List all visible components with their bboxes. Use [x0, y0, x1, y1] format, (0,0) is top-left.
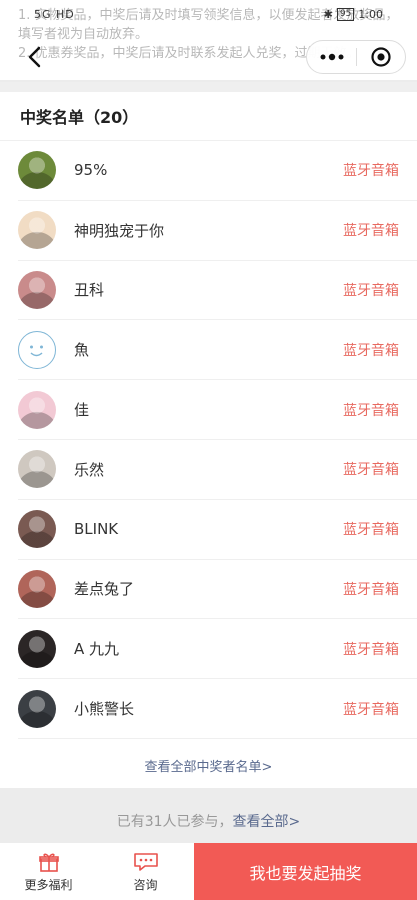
winner-avatar: [18, 390, 56, 429]
winner-name: 魚: [74, 341, 90, 360]
close-miniprogram-button[interactable]: [357, 41, 405, 73]
winner-prize: 蓝牙音箱: [343, 581, 399, 598]
more-dots-icon: [320, 53, 343, 61]
view-all-participants-link[interactable]: 查看全部>: [233, 811, 301, 831]
winner-avatar: [18, 689, 56, 728]
bluetooth-icon: ✱: [323, 8, 333, 21]
winner-prize: 蓝牙音箱: [343, 223, 399, 240]
winner-row: A 九九 蓝牙音箱: [18, 619, 417, 680]
winners-card: 中奖名单（20） 95% 蓝牙音箱 神明独宠于你 蓝牙音箱 丑科 蓝牙音箱魚蓝牙音箱佳蓝牙…: [0, 92, 417, 788]
winner-prize: 蓝牙音箱: [343, 282, 399, 299]
status-right: ✱ 95 1:00: [324, 8, 383, 21]
winner-row: 神明独宠于你 蓝牙音箱: [18, 201, 417, 261]
winner-prize: 蓝牙音箱: [343, 641, 399, 658]
winner-prize: 蓝牙音箱: [343, 342, 399, 359]
winner-list: 95% 蓝牙音箱 神明独宠于你 蓝牙音箱 丑科 蓝牙音箱魚蓝牙音箱佳蓝牙音箱 乐然 蓝牙音箱 B…: [0, 141, 417, 739]
carrier-signal: 5G HD: [34, 8, 75, 21]
winner-name: 小熊警长: [74, 700, 135, 719]
winner-row: 95% 蓝牙音箱: [18, 141, 417, 201]
winner-row: 佳 蓝牙音箱: [18, 380, 417, 440]
winner-row: BLINK 蓝牙音箱: [18, 500, 417, 560]
winner-row: 小熊警长 蓝牙音箱: [18, 679, 417, 739]
winner-name: BLINK: [74, 520, 119, 539]
winner-row: 差点兔了 蓝牙音箱: [18, 560, 417, 620]
winner-avatar: [18, 330, 56, 369]
winner-prize: 蓝牙音箱: [343, 462, 399, 479]
miniprogram-capsule: [306, 40, 406, 74]
winner-name: 差点兔了: [74, 580, 135, 599]
participants-summary: 已有31人已参与， 查看全部>: [0, 800, 417, 842]
launch-lottery-button[interactable]: 我也要发起抽奖: [194, 843, 417, 900]
winner-row: 乐然 蓝牙音箱: [18, 440, 417, 500]
winner-name: 乐然: [74, 460, 105, 479]
view-all-winners-link[interactable]: 查看全部中奖者名单>: [0, 739, 417, 792]
winner-avatar: [18, 211, 56, 250]
participants-count-text: 已有31人已参与，: [116, 814, 233, 830]
winner-row: 魚 蓝牙音箱: [18, 320, 417, 381]
chevron-left-icon: [28, 46, 41, 68]
bottom-bar: 更多福利 咨询 我也要发起抽奖: [0, 843, 417, 900]
winner-name: 神明独宠于你: [74, 221, 165, 240]
clock-time: 1:00: [358, 8, 383, 21]
consult-tab[interactable]: 咨询: [97, 843, 194, 900]
more-benefits-tab[interactable]: 更多福利: [0, 843, 97, 900]
more-benefits-label: 更多福利: [24, 877, 73, 892]
winner-prize: 蓝牙音箱: [343, 701, 399, 718]
winner-avatar: [18, 569, 56, 608]
winner-name: 佳: [74, 401, 90, 420]
winners-title: 中奖名单（20）: [0, 92, 417, 141]
winner-name: 丑科: [74, 281, 105, 300]
chat-bubble-icon: [133, 852, 158, 871]
battery-icon: 95: [336, 8, 355, 21]
status-bar: 5G HD ✱ 95 1:00: [0, 6, 417, 28]
winner-avatar: [18, 270, 56, 309]
section-gap: [0, 82, 417, 92]
winner-prize: 蓝牙音箱: [343, 163, 399, 180]
target-icon: [371, 47, 391, 67]
back-button[interactable]: [22, 44, 48, 70]
winner-avatar: [18, 151, 56, 190]
winner-name: 95%: [74, 161, 108, 180]
winner-row: 丑科 蓝牙音箱: [18, 261, 417, 321]
winner-avatar: [18, 629, 56, 668]
winner-name: A 九九: [74, 640, 120, 659]
gift-icon: [38, 853, 59, 872]
consult-label: 咨询: [133, 877, 158, 892]
winner-prize: 蓝牙音箱: [343, 522, 399, 539]
winner-prize: 蓝牙音箱: [343, 402, 399, 419]
winner-avatar: [18, 450, 56, 489]
more-options-button[interactable]: [307, 41, 356, 73]
winner-avatar: [18, 510, 56, 549]
